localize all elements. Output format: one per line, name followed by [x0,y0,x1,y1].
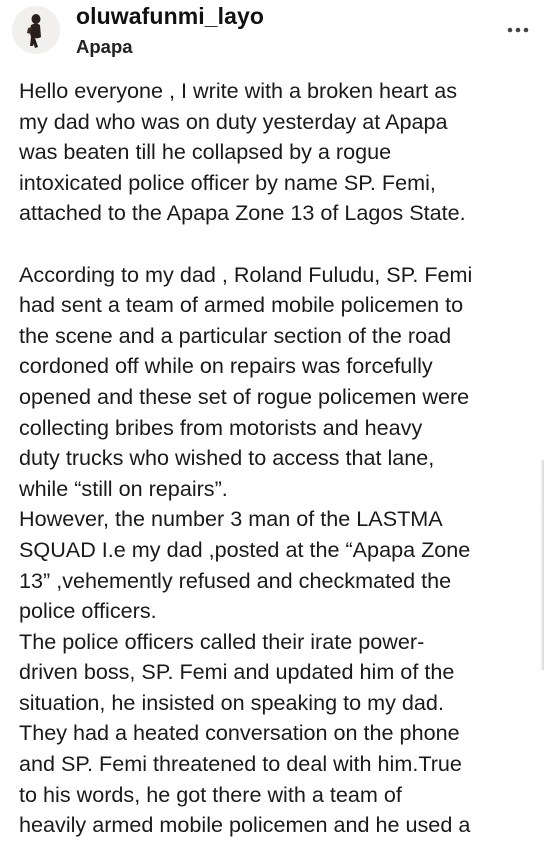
caption-line: police officers. [19,598,157,624]
caption-line: collecting bribes from motorists and hea… [19,414,423,440]
more-horizontal-icon [507,27,529,33]
caption-line: situation, he insisted on speaking to my… [19,689,444,715]
caption-line: The police officers called their irate p… [19,628,425,654]
more-options-button[interactable] [504,16,532,44]
caption-line: However, the number 3 man of the LASTMA [19,506,443,532]
profile-silhouette-icon [12,6,60,54]
post-location[interactable]: Apapa [76,36,133,58]
caption-line: opened and these set of rogue policemen … [19,383,470,409]
caption-line: They had a heated conversation on the ph… [19,720,460,746]
caption-line: and SP. Femi threatened to deal with him… [19,751,462,777]
caption-line: SQUAD I.e my dad ,posted at the “Apapa Z… [19,536,471,562]
post-header: oluwafunmi_layo Apapa [0,0,544,66]
avatar[interactable] [12,6,60,54]
caption-line: my dad who was on duty yesterday at Apap… [19,108,448,134]
caption-line: attached to the Apapa Zone 13 of Lagos S… [19,200,466,226]
caption-line: heavily armed mobile policemen and he us… [19,812,471,838]
caption-line: intoxicated police officer by name SP. F… [19,169,436,195]
caption-line: Hello everyone , I write with a broken h… [19,78,458,103]
scroll-edge-shadow [540,460,544,670]
caption-line: was beaten till he collapsed by a rogue [19,139,392,165]
post-username[interactable]: oluwafunmi_layo [76,3,264,30]
caption-line: while “still on repairs”. [19,475,228,501]
caption-line: 13” ,vehemently refused and checkmated t… [19,567,452,593]
caption-line: cordoned off while on repairs was forcef… [19,353,433,379]
caption-line: According to my dad , Roland Fuludu, SP.… [19,261,473,287]
caption-line: to his words, he got there with a team o… [19,781,402,807]
caption-line: the scene and a particular section of th… [19,322,452,348]
caption-line: duty trucks who wished to access that la… [19,445,435,471]
caption-line: had sent a team of armed mobile policeme… [19,292,464,318]
caption-line: driven boss, SP. Femi and updated him of… [19,659,455,685]
post-caption: Hello everyone , I write with a broken h… [19,76,539,841]
